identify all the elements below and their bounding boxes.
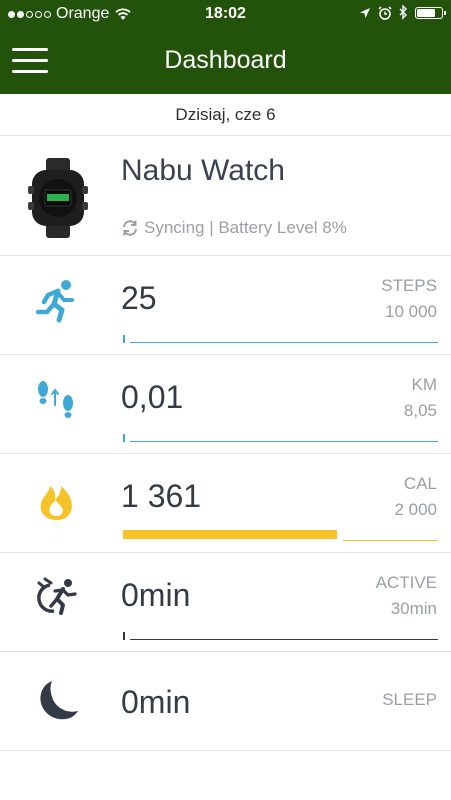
steps-goal: 10 000 [385,302,437,321]
distance-progress-bar [123,431,438,443]
alarm-icon [378,5,392,20]
active-progress-bar [123,629,438,641]
watch-image [28,158,88,238]
device-sync-status: Syncing | Battery Level 8% [120,218,347,238]
device-row[interactable]: Nabu Watch Syncing | Battery Level 8% [0,136,451,256]
location-arrow-icon [360,7,370,18]
status-bar-right [359,5,446,20]
metric-row-sleep[interactable]: 0min SLEEP [0,652,451,751]
sync-status-text: Syncing | Battery Level 8% [144,218,347,237]
page-title: Dashboard [164,46,287,74]
active-timer-icon [37,577,77,615]
active-goal: 30min [390,599,437,618]
calories-progress-bar [123,530,438,542]
distance-goal: 8,05 [403,401,437,420]
metric-row-distance[interactable]: 0,01 KM 8,05 [0,355,451,454]
status-bar: Orange 18:02 [0,0,451,28]
distance-label: KM [411,375,438,394]
steps-label: STEPS [381,276,437,295]
date-label[interactable]: Dzisiaj, cze 6 [0,94,451,136]
device-name: Nabu Watch [121,154,285,187]
metric-row-active[interactable]: 0min ACTIVE 30min [0,553,451,652]
sleep-label: SLEEP [382,690,437,709]
battery-icon [415,6,446,19]
footsteps-icon [38,381,73,418]
sync-icon [123,220,137,236]
sleep-value: 0min [121,684,191,720]
active-label: ACTIVE [375,573,437,592]
calories-value: 1 361 [121,478,202,514]
moon-icon [40,681,78,720]
navigation-bar: Dashboard [0,28,451,94]
running-icon [35,280,74,323]
calories-goal: 2 000 [394,500,437,519]
flame-icon [40,486,72,520]
active-value: 0min [121,577,191,613]
steps-value: 25 [121,280,157,316]
calories-label: CAL [403,474,437,493]
distance-value: 0,01 [121,379,184,415]
steps-progress-bar [123,332,438,344]
metric-row-calories[interactable]: 1 361 CAL 2 000 [0,454,451,553]
metric-row-steps[interactable]: 25 STEPS 10 000 [0,256,451,355]
bluetooth-icon [399,5,407,20]
